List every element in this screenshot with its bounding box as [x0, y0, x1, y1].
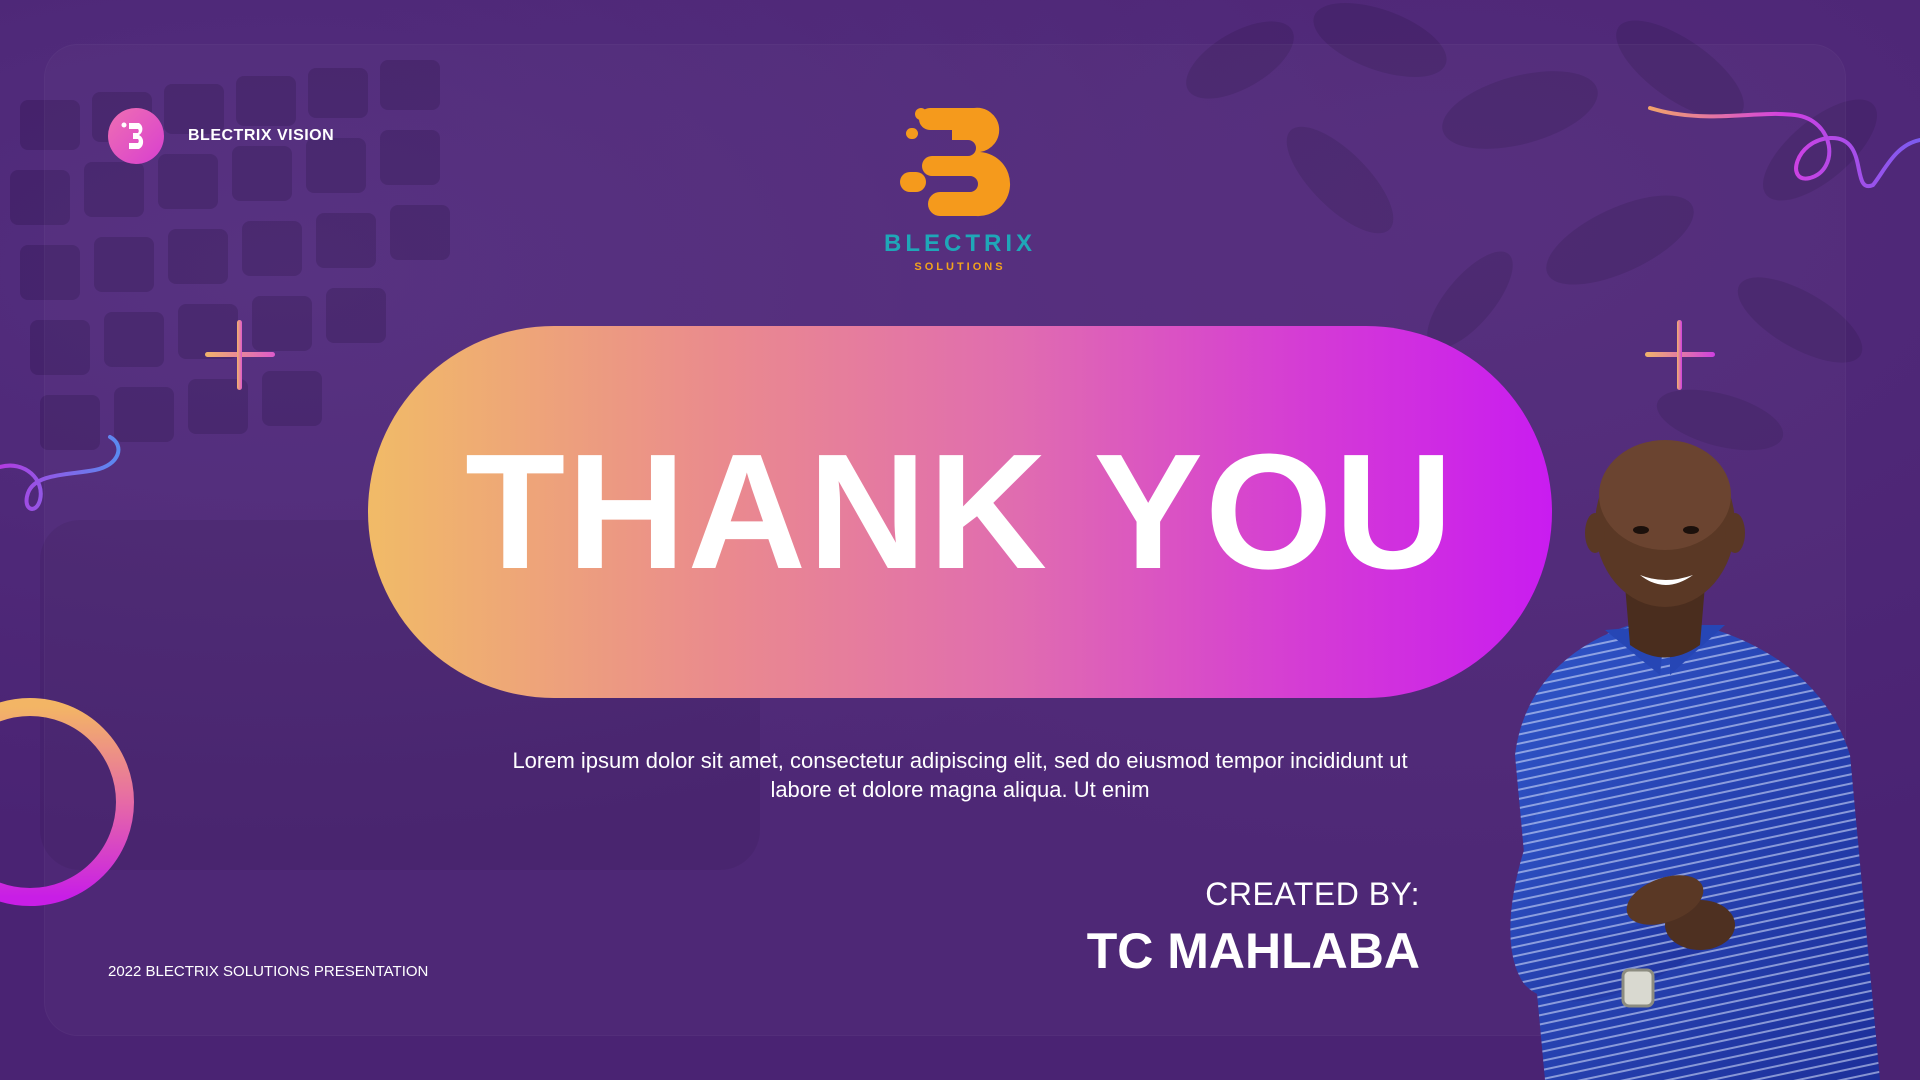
created-by-label: CREATED BY: — [1205, 876, 1420, 912]
headline-banner: THANK YOU — [368, 326, 1552, 698]
description-text: Lorem ipsum dolor sit amet, consectetur … — [512, 748, 1408, 802]
squiggle-decoration-left — [0, 435, 121, 511]
logo-tagline: SOLUTIONS — [914, 261, 1006, 273]
b-logo-icon — [900, 107, 1011, 217]
b-letter-icon — [108, 108, 164, 164]
brand-name: BLECTRIX VISION — [188, 127, 335, 144]
brand-header: BLECTRIX VISION — [108, 108, 334, 164]
footer-text: 2022 BLECTRIX SOLUTIONS PRESENTATION — [108, 963, 429, 980]
plus-decoration-left — [205, 320, 275, 390]
ring-decoration — [0, 698, 134, 906]
presenter-photo — [1510, 440, 1880, 1080]
squiggle-decoration-top-right — [1648, 106, 1920, 189]
headline-text: THANK YOU — [465, 420, 1455, 603]
logo-wordmark: BLECTRIX — [884, 230, 1036, 257]
plus-decoration-right — [1645, 320, 1715, 390]
creator-name: TC MAHLABA — [1086, 923, 1420, 979]
company-logo: BLECTRIX SOLUTIONS — [870, 100, 1050, 280]
